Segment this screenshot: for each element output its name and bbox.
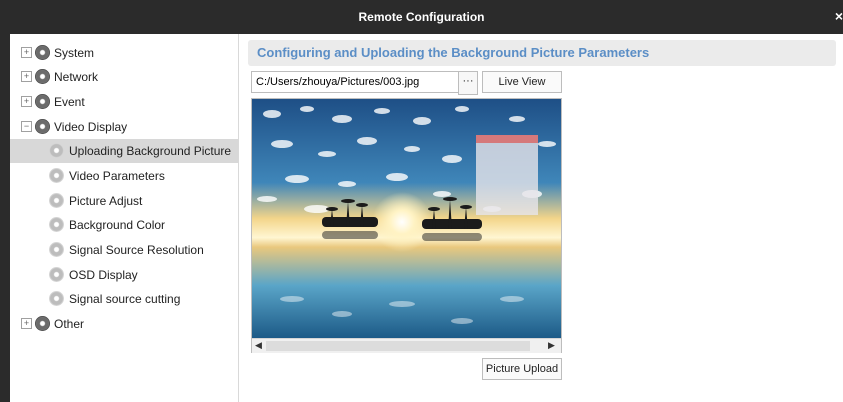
gear-icon [35, 316, 50, 331]
gear-icon [35, 69, 50, 84]
tree-item-label: Signal Source Resolution [69, 243, 204, 257]
tree-item-osd-display[interactable]: OSD Display [10, 263, 238, 287]
window-titlebar: Remote Configuration × [0, 0, 843, 34]
section-title: Configuring and Uploading the Background… [257, 45, 650, 60]
tree-item-label: OSD Display [69, 268, 138, 282]
tree-item-uploading-background-picture[interactable]: Uploading Background Picture [10, 139, 238, 163]
tree-item-label: Event [54, 95, 85, 109]
close-icon[interactable]: × [835, 8, 843, 24]
live-view-button[interactable]: Live View [482, 71, 562, 93]
tree-item-signal-source-cutting[interactable]: Signal source cutting [10, 287, 238, 311]
scroll-right-icon[interactable]: ▶ [548, 340, 555, 351]
background-picture-image [252, 99, 561, 338]
expand-icon[interactable]: + [21, 96, 32, 107]
gear-icon [49, 168, 64, 183]
window-frame-left [0, 34, 10, 402]
browse-button[interactable]: ··· [458, 71, 478, 95]
tree-item-label: Other [54, 317, 85, 331]
scroll-left-icon[interactable]: ◀ [255, 340, 262, 351]
expand-icon[interactable]: + [21, 71, 32, 82]
tree-item-picture-adjust[interactable]: Picture Adjust [10, 189, 238, 213]
section-header: Configuring and Uploading the Background… [248, 40, 836, 66]
tree-item-label: Video Display [54, 120, 128, 134]
tree-item-other[interactable]: + Other [10, 312, 238, 336]
gear-icon [49, 291, 64, 306]
gear-icon [35, 119, 50, 134]
gear-icon [49, 193, 64, 208]
tree-item-network[interactable]: + Network [10, 65, 238, 89]
gear-icon [35, 45, 50, 60]
horizontal-scrollbar[interactable]: ◀ ▶ [252, 338, 561, 353]
tree-item-label: Signal source cutting [69, 292, 181, 306]
expand-icon[interactable]: + [21, 47, 32, 58]
gear-icon [35, 94, 50, 109]
tree-item-background-color[interactable]: Background Color [10, 213, 238, 237]
tree-item-label: Picture Adjust [69, 194, 143, 208]
tree-item-label: System [54, 46, 95, 60]
gear-icon [49, 242, 64, 257]
tree-item-signal-source-resolution[interactable]: Signal Source Resolution [10, 238, 238, 262]
scrollbar-thumb[interactable] [266, 341, 530, 351]
tree-item-event[interactable]: + Event [10, 90, 238, 114]
gear-icon [49, 217, 64, 232]
config-tree: + System + Network + Event − Video Displ… [10, 34, 239, 402]
tree-item-video-parameters[interactable]: Video Parameters [10, 164, 238, 188]
picture-preview: ◀ ▶ [251, 98, 562, 353]
tree-item-label: Video Parameters [69, 169, 165, 183]
window-title: Remote Configuration [358, 10, 485, 24]
tree-item-label: Background Color [69, 218, 166, 232]
tree-item-label: Network [54, 70, 99, 84]
tree-item-video-display[interactable]: − Video Display [10, 115, 238, 139]
expand-icon[interactable]: + [21, 318, 32, 329]
file-path-input[interactable] [251, 71, 467, 93]
gear-icon [49, 267, 64, 282]
gear-icon [49, 143, 64, 158]
picture-upload-button[interactable]: Picture Upload [482, 358, 562, 380]
tree-item-label: Uploading Background Picture [69, 144, 232, 158]
tree-item-system[interactable]: + System [10, 41, 238, 65]
collapse-icon[interactable]: − [21, 121, 32, 132]
